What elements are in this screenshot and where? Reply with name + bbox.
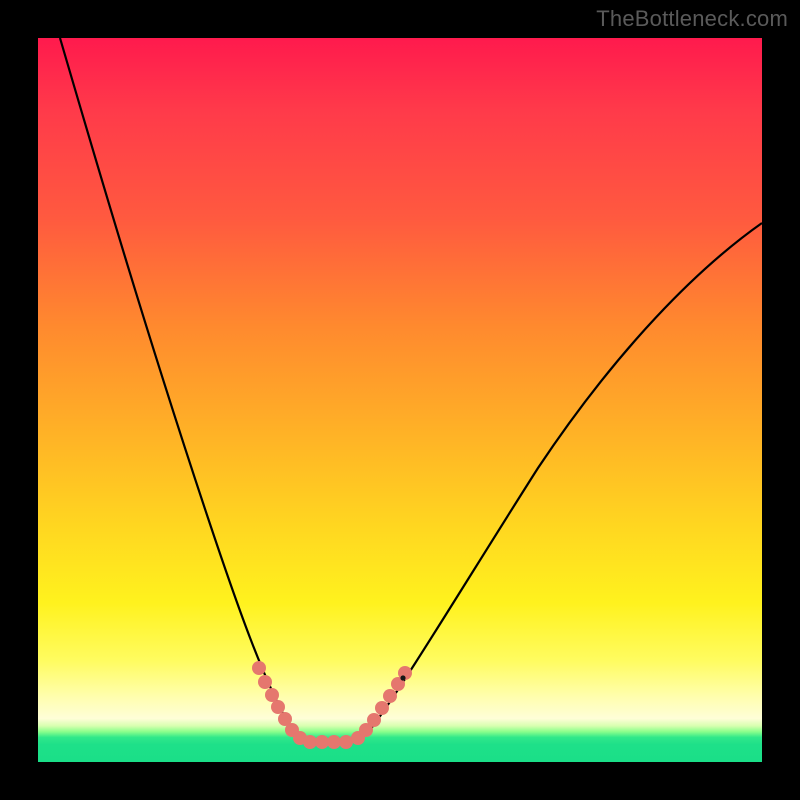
- chart-frame: TheBottleneck.com: [0, 0, 800, 800]
- bottleneck-curve: [60, 38, 762, 742]
- watermark-text: TheBottleneck.com: [596, 6, 788, 32]
- marker-cluster-left: [252, 661, 307, 745]
- curve-layer: [38, 38, 762, 762]
- marker-cluster-bottom: [303, 735, 353, 749]
- plot-area: [38, 38, 762, 762]
- single-dark-marker: [400, 675, 405, 680]
